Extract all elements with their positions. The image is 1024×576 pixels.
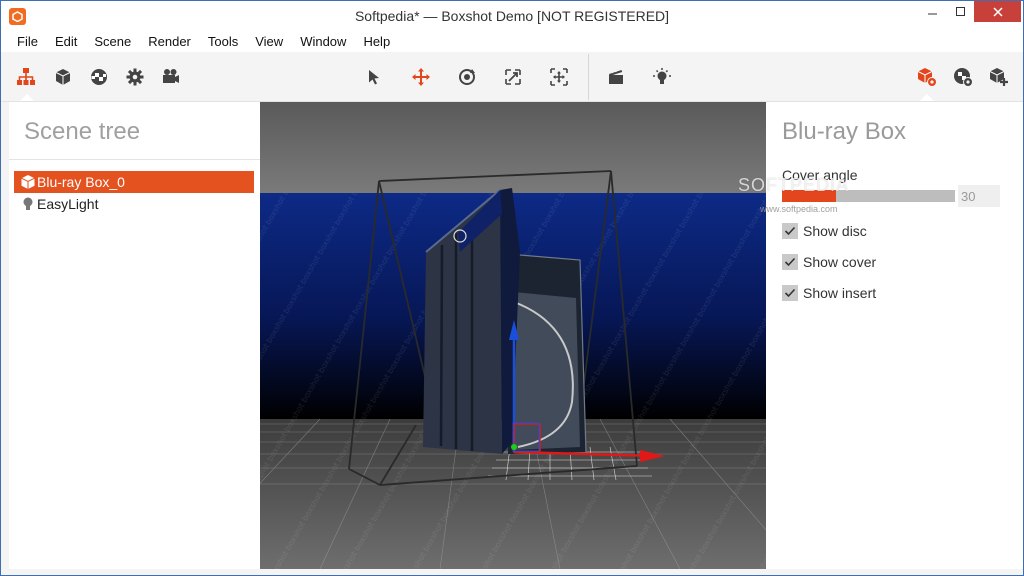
active-tab-indicator	[20, 94, 34, 101]
tree-item-label: Blu-ray Box_0	[37, 174, 125, 190]
maximize-button[interactable]	[947, 1, 974, 22]
toolbar	[1, 52, 1023, 102]
scene-tree-icon[interactable]	[14, 65, 38, 89]
minimize-button[interactable]	[919, 1, 947, 22]
softpedia-url: www.softpedia.com	[760, 204, 838, 214]
divider	[9, 159, 260, 160]
bulb-icon	[20, 196, 36, 212]
checkbox-label: Show cover	[803, 254, 877, 270]
checkbox-icon[interactable]	[782, 254, 798, 270]
scene-tree-title: Scene tree	[24, 118, 141, 145]
show-disc-checkbox[interactable]: Show disc	[782, 222, 867, 240]
tree-item-label: EasyLight	[37, 196, 99, 212]
show-insert-checkbox[interactable]: Show insert	[782, 284, 876, 302]
scale-icon[interactable]	[501, 65, 525, 89]
menu-render[interactable]: Render	[140, 32, 200, 52]
title-bar: Softpedia* — Boxshot Demo [NOT REGISTERE…	[1, 1, 1023, 32]
close-button[interactable]	[974, 1, 1021, 22]
scene-render[interactable]: boxshot demo	[260, 102, 766, 569]
show-cover-checkbox[interactable]: Show cover	[782, 253, 876, 271]
app-window: Softpedia* — Boxshot Demo [NOT REGISTERE…	[0, 0, 1024, 576]
checkbox-label: Show disc	[803, 223, 867, 239]
properties-panel: Blu-ray Box Cover angle 30 SOFTPEDIA www…	[738, 102, 1023, 569]
3d-viewport[interactable]: boxshot demo	[260, 102, 766, 569]
move-icon[interactable]	[409, 65, 433, 89]
object-title: Blu-ray Box	[782, 118, 907, 145]
select-icon[interactable]	[362, 65, 386, 89]
material-properties-icon[interactable]	[951, 65, 975, 89]
active-tab-indicator	[920, 94, 934, 101]
gear-icon[interactable]	[123, 65, 147, 89]
menu-edit[interactable]: Edit	[47, 32, 86, 52]
checkbox-icon[interactable]	[782, 223, 798, 239]
menu-window[interactable]: Window	[292, 32, 355, 52]
tree-item-blu-ray-box[interactable]: Blu-ray Box_0	[14, 171, 254, 193]
menu-tools[interactable]: Tools	[200, 32, 247, 52]
box-icon	[20, 174, 36, 190]
scene-tree-panel: Scene tree Blu-ray Box_0 EasyLight	[9, 102, 260, 569]
rotate-icon[interactable]	[455, 65, 479, 89]
fit-icon[interactable]	[547, 65, 571, 89]
camera-icon[interactable]	[159, 65, 183, 89]
window-title: Softpedia* — Boxshot Demo [NOT REGISTERE…	[354, 8, 670, 24]
add-object-icon[interactable]	[987, 65, 1011, 89]
checkbox-label: Show insert	[803, 285, 877, 301]
cube-icon[interactable]	[51, 65, 75, 89]
background-top	[260, 102, 766, 193]
materials-icon[interactable]	[87, 65, 111, 89]
softpedia-watermark: SOFTPEDIA	[738, 175, 850, 195]
checkbox-icon[interactable]	[782, 285, 798, 301]
toolbar-separator	[588, 54, 589, 100]
clapperboard-icon[interactable]	[604, 65, 628, 89]
light-icon[interactable]	[650, 65, 674, 89]
menu-file[interactable]: File	[9, 32, 47, 52]
menu-bar: File Edit Scene Render Tools View Window…	[1, 32, 1023, 52]
menu-view[interactable]: View	[247, 32, 292, 52]
menu-scene[interactable]: Scene	[86, 32, 140, 52]
tree-item-easylight[interactable]: EasyLight	[14, 193, 254, 215]
menu-help[interactable]: Help	[355, 32, 399, 52]
cover-angle-input[interactable]: 30	[958, 185, 1000, 207]
object-properties-icon[interactable]	[915, 65, 939, 89]
